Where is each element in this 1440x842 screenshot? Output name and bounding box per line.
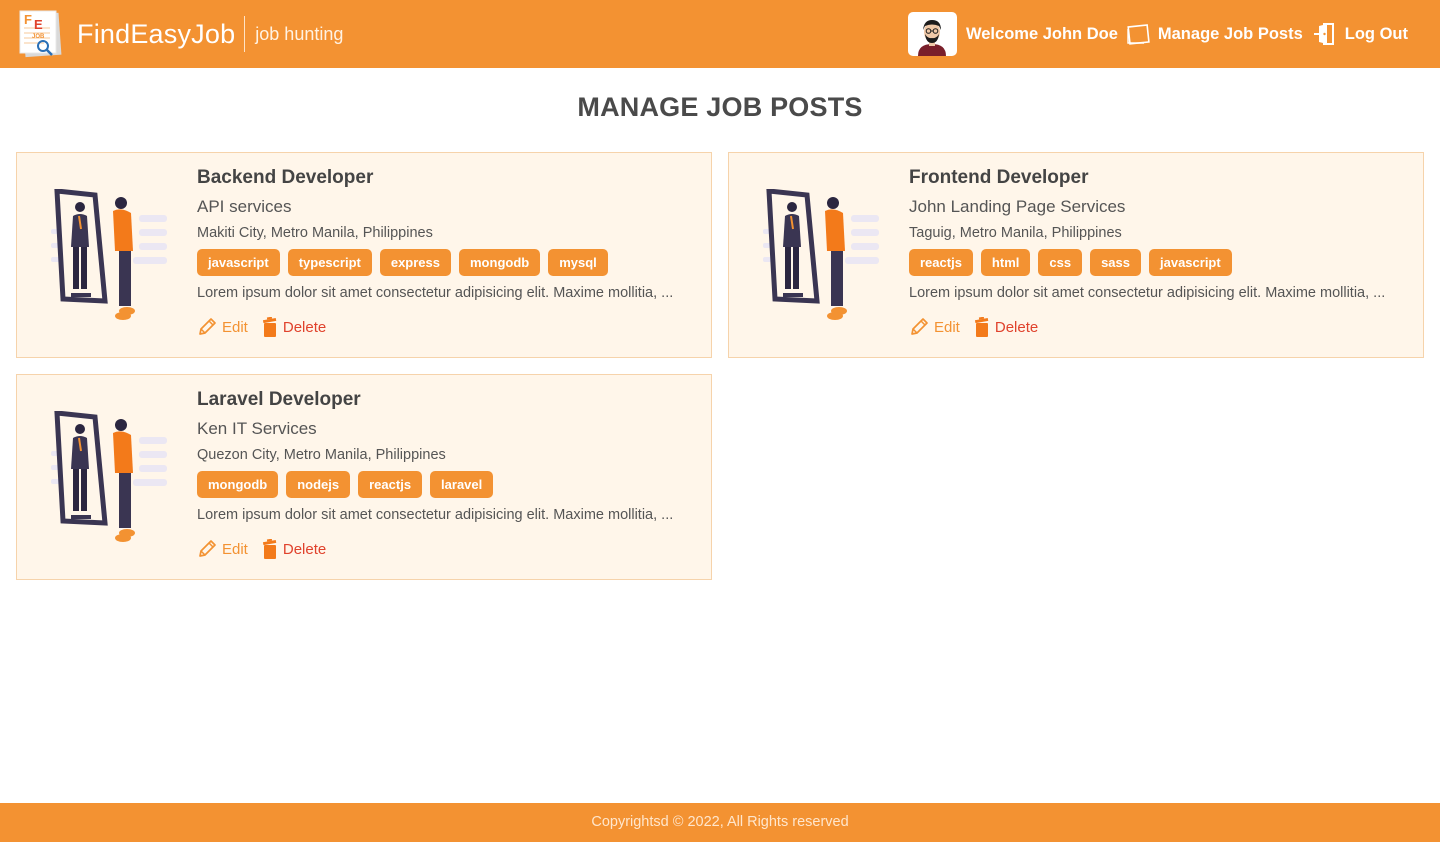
company-name: Ken IT Services <box>197 419 317 438</box>
brand-name: FindEasyJob <box>77 18 236 49</box>
company-name: API services <box>197 197 292 216</box>
job-title[interactable]: Laravel Developer <box>197 389 695 413</box>
svg-text:JOB: JOB <box>32 34 45 40</box>
mirror-person-illustration <box>47 188 177 321</box>
job-card: Frontend Developer John Landing Page Ser… <box>728 152 1424 358</box>
user-nav: Welcome John Doe Manage Job Posts Log Ou… <box>907 0 1408 68</box>
job-title[interactable]: Frontend Developer <box>909 167 1407 191</box>
delete-label: Delete <box>282 540 327 558</box>
job-description: Lorem ipsum dolor sit amet consectetur a… <box>197 285 674 301</box>
tag[interactable]: html <box>980 249 1031 276</box>
trash-icon <box>262 539 278 559</box>
pencil-icon <box>197 317 217 337</box>
tag[interactable]: typescript <box>287 249 372 276</box>
logout-link[interactable]: Log Out <box>1313 22 1408 46</box>
delete-label: Delete <box>994 318 1039 336</box>
tag-list: mongodb nodejs reactjs laravel <box>197 471 695 499</box>
tag[interactable]: css <box>1038 249 1083 276</box>
copyright-text: Copyrightsd © 2022, All Rights reserved <box>591 814 849 830</box>
tag-list: reactjs html css sass javascript <box>909 249 1407 277</box>
trash-icon <box>262 317 278 337</box>
logo-icon: F E JOB <box>16 8 66 60</box>
company-name: John Landing Page Services <box>909 197 1126 216</box>
job-card: Laravel Developer Ken IT Services Quezon… <box>16 374 712 580</box>
pencil-icon <box>197 539 217 559</box>
job-description: Lorem ipsum dolor sit amet consectetur a… <box>909 285 1386 301</box>
tag[interactable]: reactjs <box>358 471 423 498</box>
page-title: MANAGE JOB POSTS <box>577 92 863 122</box>
brand[interactable]: F E JOB FindEasyJob job hunting <box>16 0 343 68</box>
job-actions: Edit Delete <box>197 538 695 560</box>
delete-label: Delete <box>282 318 327 336</box>
svg-text:E: E <box>34 17 43 32</box>
tag[interactable]: mongodb <box>459 249 541 276</box>
job-location: Quezon City, Metro Manila, Philippines <box>197 447 446 463</box>
tag[interactable]: nodejs <box>286 471 351 498</box>
manage-job-posts-link[interactable]: Manage Job Posts <box>1126 23 1303 45</box>
edit-button[interactable]: Edit <box>197 539 248 559</box>
tag-list: javascript typescript express mongodb my… <box>197 249 695 277</box>
avatar[interactable] <box>907 12 957 56</box>
mirror-person-illustration <box>47 410 177 543</box>
tag[interactable]: mysql <box>548 249 608 276</box>
edit-label: Edit <box>222 318 248 336</box>
edit-label: Edit <box>222 540 248 558</box>
edit-button[interactable]: Edit <box>197 317 248 337</box>
job-description: Lorem ipsum dolor sit amet consectetur a… <box>197 507 674 523</box>
trash-icon <box>974 317 990 337</box>
job-card-body: Frontend Developer John Landing Page Ser… <box>909 167 1407 338</box>
edit-label: Edit <box>934 318 960 336</box>
mirror-person-illustration <box>759 188 889 321</box>
brand-tagline: job hunting <box>255 23 344 44</box>
welcome-text: Welcome John Doe <box>965 24 1118 43</box>
job-actions: Edit Delete <box>197 316 695 338</box>
job-actions: Edit Delete <box>909 316 1407 338</box>
brand-divider <box>244 16 246 52</box>
footer: Copyrightsd © 2022, All Rights reserved <box>0 803 1440 842</box>
svg-text:F: F <box>24 12 32 27</box>
delete-button[interactable]: Delete <box>262 317 326 337</box>
top-navbar: F E JOB FindEasyJob job hunting Welcome … <box>0 0 1440 68</box>
tag[interactable]: sass <box>1090 249 1141 276</box>
delete-button[interactable]: Delete <box>262 539 326 559</box>
tag[interactable]: laravel <box>430 471 494 498</box>
tag[interactable]: reactjs <box>909 249 973 276</box>
document-icon <box>1126 23 1150 45</box>
tag[interactable]: javascript <box>197 249 280 276</box>
job-card: Backend Developer API services Makiti Ci… <box>16 152 712 358</box>
edit-button[interactable]: Edit <box>909 317 960 337</box>
logout-label: Log Out <box>1344 24 1408 43</box>
job-card-body: Laravel Developer Ken IT Services Quezon… <box>197 389 695 560</box>
manage-job-posts-label: Manage Job Posts <box>1157 24 1303 43</box>
job-card-body: Backend Developer API services Makiti Ci… <box>197 167 695 338</box>
door-exit-icon <box>1313 22 1337 46</box>
job-title[interactable]: Backend Developer <box>197 167 695 191</box>
pencil-icon <box>909 317 929 337</box>
tag[interactable]: express <box>379 249 451 276</box>
tag[interactable]: mongodb <box>197 471 279 498</box>
user-avatar-icon <box>918 20 947 56</box>
delete-button[interactable]: Delete <box>974 317 1038 337</box>
job-location: Taguig, Metro Manila, Philippines <box>909 225 1122 241</box>
job-location: Makiti City, Metro Manila, Philippines <box>197 225 433 241</box>
tag[interactable]: javascript <box>1149 249 1232 276</box>
